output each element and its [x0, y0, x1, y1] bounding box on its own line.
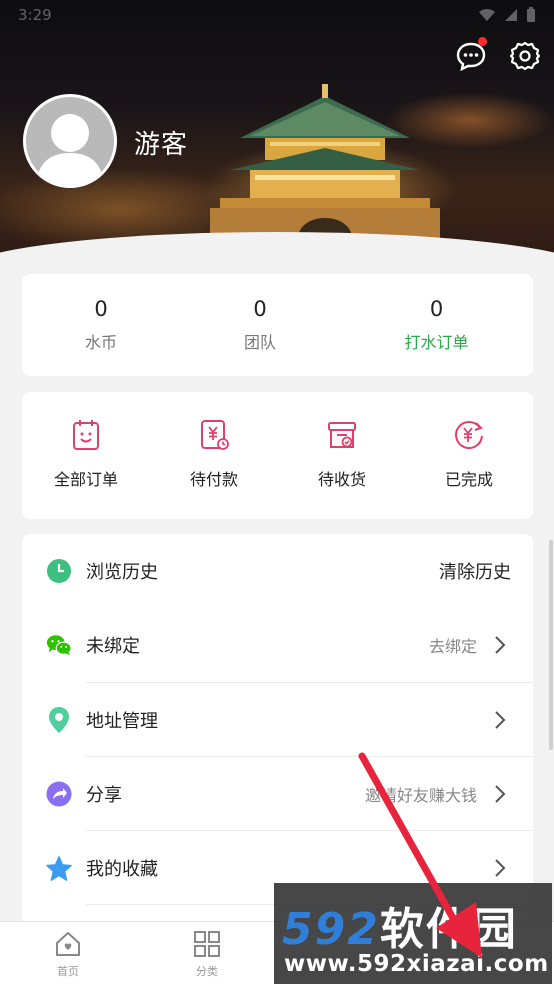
watermark-url: www.592xiazai.com [284, 951, 549, 977]
status-bar: 3:29 [0, 0, 554, 30]
stat-value: 0 [429, 297, 444, 321]
stats-card: 0 水币 0 团队 0 打水订单 [22, 274, 533, 376]
order-all-button[interactable]: 全部订单 [36, 418, 136, 490]
status-time: 3:29 [18, 6, 52, 24]
menu-item-address[interactable]: 地址管理 [22, 683, 533, 757]
order-label: 全部订单 [53, 470, 118, 489]
stat-water-orders[interactable]: 0 打水订单 [340, 274, 533, 376]
menu-item-wechat-bind[interactable]: 未绑定 去绑定 [22, 608, 533, 682]
wifi-icon [479, 9, 495, 21]
order-completed-button[interactable]: 已完成 [419, 418, 519, 490]
tab-label: 首页 [57, 965, 79, 978]
header-curve [0, 232, 554, 272]
scrollbar[interactable] [549, 540, 553, 750]
battery-icon [527, 7, 535, 22]
tab-category[interactable]: 分类 [167, 930, 247, 979]
order-unpaid-button[interactable]: 待付款 [164, 418, 264, 490]
chevron-right-icon [495, 859, 506, 877]
orders-card: 全部订单 待付款 待收货 已完成 [22, 392, 533, 519]
order-label: 待收货 [317, 470, 366, 489]
watermark-name: 软件园 [379, 904, 518, 955]
menu-label: 未绑定 [86, 636, 140, 657]
chevron-right-icon [495, 785, 506, 803]
package-icon [328, 422, 356, 448]
wechat-icon [46, 632, 72, 658]
tab-home[interactable]: 首页 [28, 930, 108, 979]
chevron-right-icon [495, 711, 506, 729]
share-icon [46, 781, 72, 807]
stat-value: 0 [94, 297, 108, 321]
stat-label: 打水订单 [404, 333, 469, 352]
menu-label: 地址管理 [86, 711, 158, 732]
unread-dot [478, 37, 487, 46]
chevron-right-icon [495, 636, 506, 654]
avatar[interactable] [23, 94, 117, 188]
menu-label: 浏览历史 [86, 562, 158, 583]
stat-team[interactable]: 0 团队 [180, 274, 340, 376]
order-label: 待付款 [189, 470, 238, 489]
default-user-icon [36, 114, 104, 185]
star-icon [46, 855, 72, 881]
system-icons [478, 7, 536, 23]
menu-action-text: 去绑定 [428, 637, 477, 656]
watermark-number: 592 [282, 904, 380, 955]
stat-label: 团队 [243, 333, 276, 352]
payment-icon [201, 420, 229, 450]
menu-label: 我的收藏 [86, 859, 158, 880]
profile-header: 3:29 游客 [0, 0, 554, 272]
settings-button[interactable] [507, 38, 543, 74]
menu-label: 分享 [86, 785, 122, 806]
signal-icon [505, 9, 517, 21]
watermark-logo: 592软件园 www.592xiazai.com [274, 883, 552, 984]
stat-label: 水币 [84, 333, 117, 352]
tab-label: 分类 [196, 965, 218, 978]
grid-icon [194, 931, 220, 957]
menu-item-history[interactable]: 浏览历史 清除历史 [22, 534, 533, 608]
clipboard-icon [73, 420, 99, 450]
menu-card: 浏览历史 清除历史 未绑定 去绑定 地址管理 分享 邀请好友赚大钱 我的收藏 [22, 534, 533, 934]
stat-coins[interactable]: 0 水币 [22, 274, 180, 376]
location-pin-icon [46, 707, 72, 733]
menu-item-share[interactable]: 分享 邀请好友赚大钱 [22, 757, 533, 831]
order-to-receive-button[interactable]: 待收货 [292, 418, 392, 490]
stat-value: 0 [253, 297, 267, 321]
order-label: 已完成 [444, 470, 493, 489]
message-button[interactable] [453, 37, 489, 74]
bell-tower-illustration [210, 84, 440, 258]
watermark-title: 592软件园 [282, 893, 518, 957]
gear-icon [510, 41, 540, 71]
home-icon [56, 932, 80, 956]
clock-icon [46, 558, 72, 584]
menu-hint-text: 邀请好友赚大钱 [364, 786, 477, 805]
clear-history-button[interactable]: 清除历史 [439, 558, 511, 584]
username[interactable]: 游客 [134, 124, 188, 161]
completed-icon [455, 421, 483, 449]
